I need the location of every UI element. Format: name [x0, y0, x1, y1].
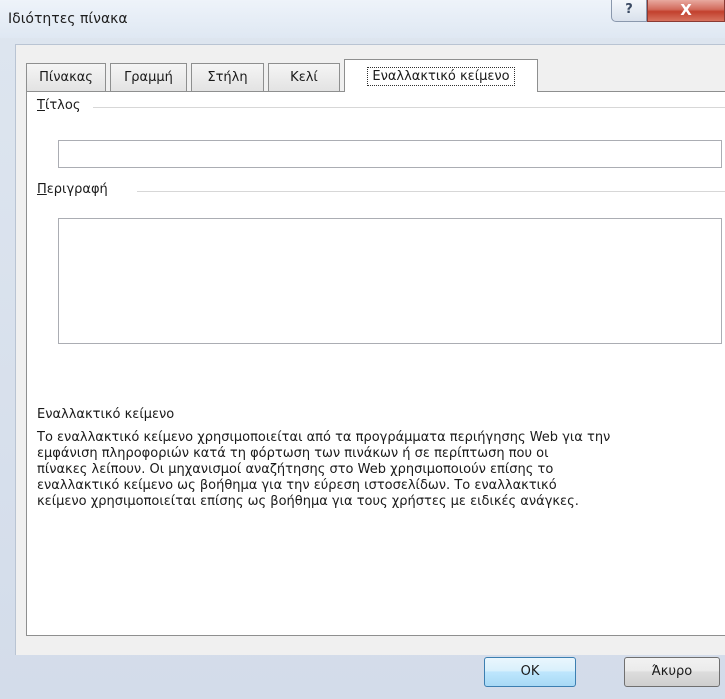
ok-button[interactable]: OK [484, 657, 576, 687]
help-line: εναλλακτικό κείμενο ως βοήθημα για την ε… [37, 478, 557, 493]
help-line: εμφάνιση πληροφοριών κατά τη φόρτωση των… [37, 446, 549, 461]
tab-cell[interactable]: Κελί [268, 63, 340, 91]
tab-row-label: Γραμμή [124, 70, 173, 85]
help-line: πίνακες λείπουν. Οι μηχανισμοί αναζήτηση… [37, 462, 554, 477]
title-label-rest: ίτλος [44, 98, 81, 113]
alt-text-panel: Τίτλος Περιγραφή Εναλλακτικό κείμενο Το … [26, 91, 725, 636]
window-title: Ιδιότητες πίνακα [8, 11, 128, 27]
help-text: Το εναλλακτικό κείμενο χρησιμοποιείται α… [37, 430, 725, 510]
tab-table[interactable]: Πίνακας [26, 63, 106, 91]
title-group-divider [93, 107, 725, 108]
dialog-client-area: Πίνακας Γραμμή Στήλη Κελί Εναλλακτικό κε… [15, 44, 725, 655]
description-label-rest: εριγραφή [46, 182, 108, 197]
title-bar: Ιδιότητες πίνακα ? X [0, 0, 725, 38]
tab-table-label: Πίνακας [39, 70, 93, 85]
tab-column[interactable]: Στήλη [191, 63, 264, 91]
title-label: Τίτλος [37, 98, 87, 113]
tab-row[interactable]: Γραμμή [110, 63, 187, 91]
close-button[interactable]: X [647, 0, 725, 22]
cancel-button[interactable]: Άκυρο [624, 657, 720, 687]
description-group-divider [137, 191, 725, 192]
tab-column-label: Στήλη [207, 70, 248, 85]
description-label: Περιγραφή [37, 182, 114, 197]
tab-alt-text[interactable]: Εναλλακτικό κείμενο [344, 59, 538, 92]
table-properties-dialog: Ιδιότητες πίνακα ? X Πίνακας Γραμμή Στήλ… [0, 0, 725, 699]
help-button[interactable]: ? [611, 0, 647, 22]
help-line: Το εναλλακτικό κείμενο χρησιμοποιείται α… [37, 430, 611, 445]
tab-cell-label: Κελί [290, 70, 318, 85]
help-line: κείμενο χρησιμοποιείται επίσης ως βοήθημ… [37, 494, 579, 509]
title-input[interactable] [58, 140, 722, 168]
tab-alt-text-label: Εναλλακτικό κείμενο [367, 66, 515, 86]
description-textarea[interactable] [58, 218, 722, 344]
help-heading: Εναλλακτικό κείμενο [37, 407, 175, 422]
